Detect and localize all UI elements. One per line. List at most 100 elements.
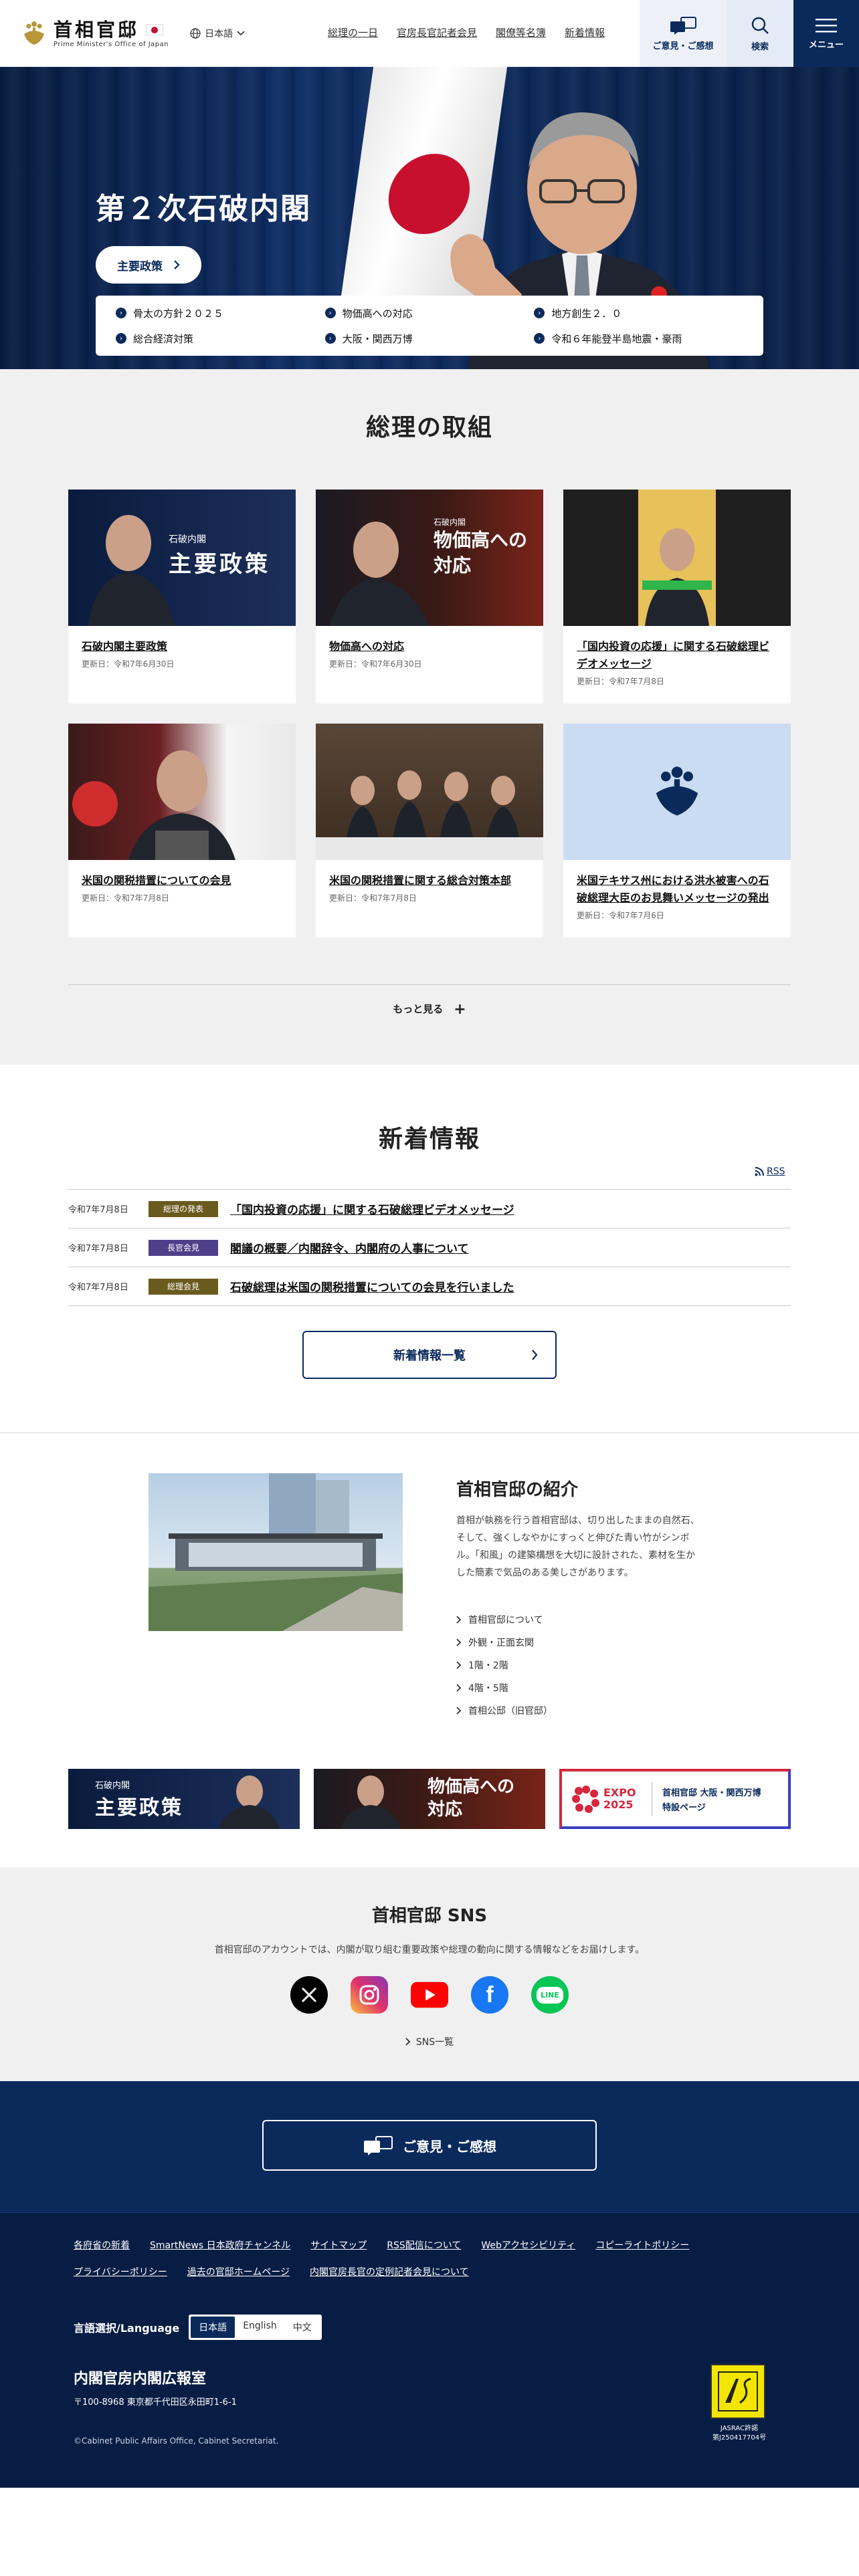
speech-bubble-icon	[670, 16, 696, 35]
initiative-card[interactable]: 石破内閣 物価高への 対応 物価高への対応 更新日：令和7年6月30日	[316, 490, 543, 704]
card-date: 更新日：令和7年7月8日	[577, 677, 664, 686]
footer-link[interactable]: Webアクセシビリティ	[481, 2238, 575, 2252]
news-section: 新着情報 RSS 令和7年7月8日 総理の発表 「国内投資の応援」に関する石破総…	[0, 1065, 859, 1432]
instagram-icon[interactable]	[351, 1976, 388, 2014]
rss-link[interactable]: RSS	[755, 1166, 785, 1177]
line-icon[interactable]: LINE	[531, 1976, 569, 2014]
initiatives-section: 総理の取組 石破内閣 主要政策 石破内閣主要政策 更新日：令和7年6月30日 石破…	[0, 369, 859, 1065]
jasrac-line: 第J250417704号	[712, 2434, 767, 2442]
sns-list-link[interactable]: SNS一覧	[405, 2035, 454, 2048]
initiative-card[interactable]: 「国内投資の応援」に関する石破総理ビデオメッセージ更新日：令和7年7月8日	[563, 490, 791, 704]
footer-link[interactable]: コピーライトポリシー	[595, 2238, 689, 2252]
section-title: 新着情報	[378, 1125, 480, 1153]
news-link[interactable]: 「国内投資の応援」に関する石破総理ビデオメッセージ	[230, 1200, 514, 1217]
initiative-card[interactable]: 米国の関税措置に関する総合対策本部 更新日：令和7年7月8日	[316, 724, 543, 938]
footer-link[interactable]: 各府省の新着	[74, 2238, 130, 2252]
nav-link-cabinet-list[interactable]: 閣僚等名簿	[496, 25, 546, 39]
lang-tab-english[interactable]: English	[235, 2317, 285, 2338]
x-icon[interactable]	[290, 1976, 328, 2014]
intro-description: 首相が執務を行う首相官邸は、切り出したままの自然石、そして、強くしなやかにすっく…	[456, 1515, 700, 1578]
intro-link[interactable]: 1階・2階	[456, 1654, 553, 1677]
card-title: 米国テキサス州における洪水被害への石破総理大臣のお見舞いメッセージの発出	[577, 874, 769, 904]
footer-link[interactable]: 過去の官邸ホームページ	[187, 2265, 290, 2278]
language-selector[interactable]: 日本語	[190, 27, 245, 40]
chevron-right-icon	[456, 1661, 462, 1669]
residence-photo	[149, 1473, 403, 1631]
intro-link[interactable]: 首相公邸（旧官邸）	[456, 1699, 553, 1722]
chevron-right-icon	[456, 1684, 462, 1692]
footer-opinion-button[interactable]: ご意見・ご感想	[262, 2120, 597, 2171]
news-link[interactable]: 閣議の概要／内閣辞令、内閣府の人事について	[230, 1239, 469, 1256]
arrow-circle-icon: ›	[534, 333, 545, 344]
banner-main-policy[interactable]: 石破内閣 主要政策	[68, 1769, 300, 1829]
site-logo[interactable]: 首相官邸 Prime Minister's Office of Japan	[19, 18, 169, 49]
hero-link-honebuto[interactable]: › 骨太の方針２０２５	[116, 305, 325, 321]
intro-link-label: 1階・2階	[468, 1660, 508, 1671]
intro-link[interactable]: 外観・正面玄関	[456, 1631, 553, 1654]
footer-language-selector: 言語選択/Language 日本語 English 中文	[74, 2315, 322, 2340]
expo-logo-icon	[572, 1786, 599, 1813]
intro-link-label: 首相官邸について	[468, 1615, 543, 1626]
footer-link[interactable]: プライバシーポリシー	[74, 2265, 167, 2278]
nav-link-pm-day[interactable]: 総理の一日	[328, 25, 378, 39]
hero-link-regional[interactable]: › 地方創生２．０	[534, 305, 743, 321]
hero-link-economic[interactable]: › 総合経済対策	[116, 330, 325, 346]
banner-expo[interactable]: EXPO 2025 首相官邸 大阪・関西万博 特設ページ	[559, 1769, 791, 1829]
japan-flag-icon	[146, 24, 164, 35]
hero-link-label: 骨太の方針２０２５	[133, 307, 224, 320]
search-button[interactable]: 検索	[727, 0, 793, 67]
rss-label: RSS	[767, 1166, 785, 1177]
banner-big-text: 物価高への	[427, 1777, 515, 1797]
opinion-button[interactable]: ご意見・ご感想	[640, 0, 727, 67]
hero-quick-links: › 骨太の方針２０２５ › 物価高への対応 › 地方創生２．０ › 総合経済対策 › 大阪…	[96, 296, 763, 356]
nav-link-news[interactable]: 新着情報	[565, 25, 605, 39]
lang-tab-chinese[interactable]: 中文	[285, 2317, 320, 2338]
news-link[interactable]: 石破総理は米国の関税措置についての会見を行いました	[230, 1278, 514, 1295]
section-title: 総理の取組	[365, 414, 493, 441]
header-nav: 総理の一日 官房長官記者会見 閣僚等名簿 新着情報	[328, 25, 605, 39]
intro-link[interactable]: 4階・5階	[456, 1677, 553, 1699]
expo-year: 2025	[603, 1798, 634, 1811]
more-button[interactable]: もっと見る +	[393, 1001, 466, 1018]
arrow-circle-icon: ›	[116, 333, 126, 344]
intro-link-label: 外観・正面玄関	[468, 1638, 534, 1648]
intro-link[interactable]: 首相官邸について	[456, 1608, 553, 1631]
footer-link[interactable]: SmartNews 日本政府チャンネル	[150, 2238, 290, 2252]
main-policy-button[interactable]: 主要政策	[96, 246, 201, 284]
hero-link-prices[interactable]: › 物価高への対応	[324, 305, 535, 321]
chevron-right-icon	[456, 1616, 462, 1624]
footer-link[interactable]: 内閣官房長官の定例記者会見について	[310, 2265, 469, 2278]
jasrac-line: JASRAC許諾	[720, 2425, 759, 2432]
site-footer: 各府省の新着 SmartNews 日本政府チャンネル サイトマップ RSS配信に…	[0, 2212, 859, 2488]
facebook-icon[interactable]: f	[471, 1976, 508, 2014]
initiative-card[interactable]: 米国テキサス州における洪水被害への石破総理大臣のお見舞いメッセージの発出 更新日：…	[563, 724, 791, 938]
hero-link-label: 物価高への対応	[342, 307, 413, 320]
menu-button[interactable]: メニュー	[793, 0, 859, 67]
footer-address: 〒100-8968 東京都千代田区永田町1-6-1	[74, 2397, 237, 2407]
hero-link-noto[interactable]: › 令和６年能登半島地震・豪雨	[534, 330, 743, 346]
chevron-right-icon	[456, 1638, 462, 1646]
footer-copyright: ©Cabinet Public Affairs Office, Cabinet …	[74, 2436, 279, 2446]
news-list-button[interactable]: 新着情報一覧	[302, 1331, 557, 1379]
arrow-circle-icon: ›	[116, 308, 126, 318]
arrow-circle-icon: ›	[324, 308, 336, 318]
initiative-card[interactable]: 石破内閣 主要政策 石破内閣主要政策 更新日：令和7年6月30日	[68, 490, 296, 704]
card-overlay-big: 主要政策	[169, 551, 270, 578]
lang-tab-japanese[interactable]: 日本語	[191, 2317, 235, 2338]
footer-link[interactable]: サイトマップ	[310, 2238, 367, 2252]
hero-link-label: 地方創生２．０	[551, 307, 622, 320]
card-title: 「国内投資の応援」に関する石破総理ビデオメッセージ	[577, 640, 770, 670]
language-select-label: 言語選択/Language	[74, 2322, 180, 2335]
card-image: 石破内閣 主要政策	[68, 490, 296, 626]
hero-link-expo[interactable]: › 大阪・関西万博	[324, 330, 535, 346]
initiative-card[interactable]: 米国の関税措置についての会見 更新日：令和7年7月8日	[68, 724, 296, 938]
chevron-down-icon	[237, 31, 245, 36]
search-icon	[751, 17, 769, 34]
footer-link[interactable]: RSS配信について	[387, 2238, 461, 2252]
news-list-label: 新着情報一覧	[393, 1349, 466, 1363]
footer-opinion-label: ご意見・ご感想	[403, 2138, 496, 2155]
nav-link-press-conference[interactable]: 官房長官記者会見	[397, 25, 477, 39]
card-title: 米国の関税措置に関する総合対策本部	[329, 874, 512, 887]
youtube-icon[interactable]	[411, 1976, 448, 2014]
banner-price-measures[interactable]: 物価高への 対応	[314, 1769, 545, 1829]
